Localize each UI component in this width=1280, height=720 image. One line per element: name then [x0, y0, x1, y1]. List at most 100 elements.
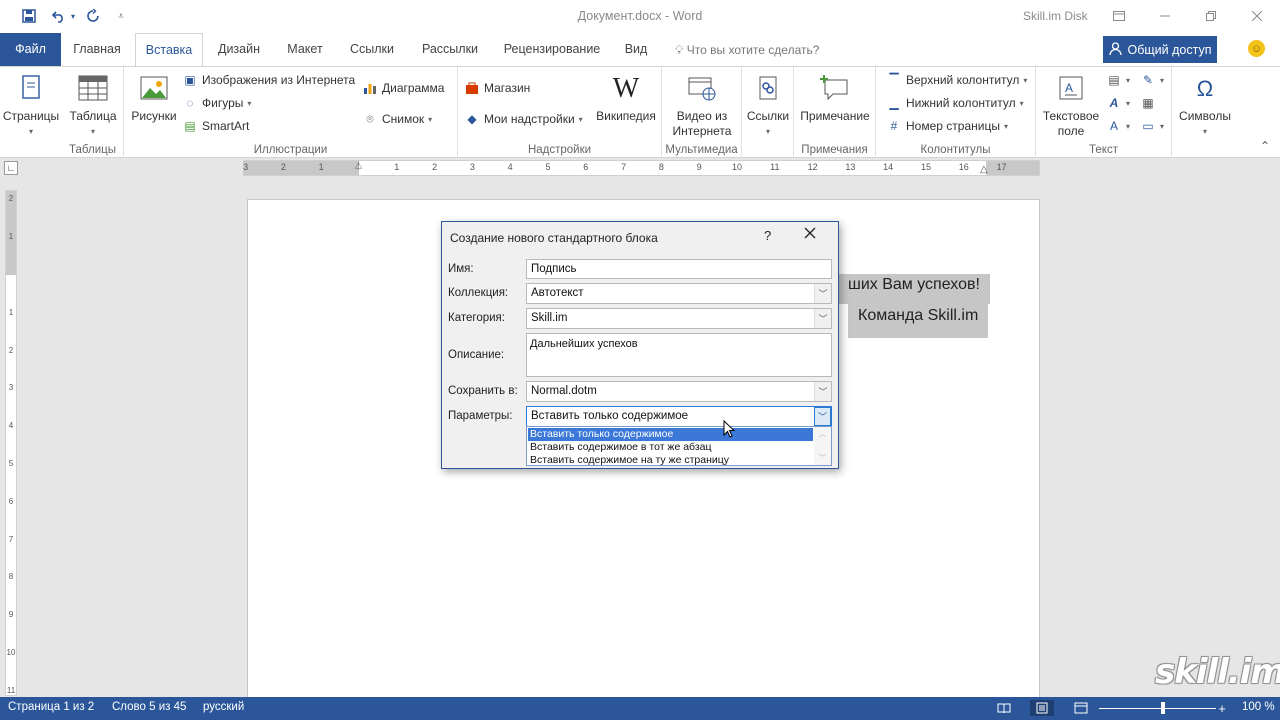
chevron-down-icon[interactable]: ﹀	[814, 309, 831, 328]
online-video-button[interactable]: Видео из Интернета	[668, 71, 736, 139]
store-label: Магазин	[484, 81, 531, 95]
chart-button[interactable]: Диаграмма	[362, 80, 444, 96]
screenshot-button[interactable]: ⌾ Снимок ▾	[362, 111, 432, 127]
pictures-label: Рисунки	[131, 109, 177, 123]
pictures-button[interactable]: Рисунки	[127, 71, 181, 124]
category-combo[interactable]: Skill.im ﹀	[526, 308, 832, 329]
pages-button[interactable]: Страницы ▾	[2, 71, 60, 139]
gallery-combo[interactable]: Автотекст ﹀	[526, 283, 832, 304]
footer-label: Нижний колонтитул	[906, 96, 1016, 110]
read-mode-icon[interactable]	[996, 700, 1012, 716]
language-indicator[interactable]: русский	[203, 701, 244, 713]
account-name[interactable]: Skill.im Disk	[1023, 9, 1088, 23]
tab-home[interactable]: Главная	[63, 33, 131, 66]
options-list-item[interactable]: Вставить содержимое в тот же абзац	[528, 441, 813, 454]
group-tables: Таблица ▾ Таблицы	[62, 67, 124, 158]
first-line-indent-marker[interactable]: ⏃	[354, 159, 363, 172]
ruler-number: 5	[545, 162, 551, 172]
online-pictures-button[interactable]: ▣ Изображения из Интернета	[182, 72, 355, 88]
my-addins-button[interactable]: ◆ Мои надстройки ▾	[464, 111, 582, 127]
tab-references[interactable]: Ссылки	[340, 33, 404, 66]
tab-view[interactable]: Вид	[616, 33, 656, 66]
document-line-2[interactable]: Команда Skill.im	[848, 304, 989, 338]
smartart-button[interactable]: ▤ SmartArt	[182, 118, 249, 134]
page-count[interactable]: Страница 1 из 2	[8, 701, 94, 713]
zoom-slider[interactable]	[1100, 708, 1216, 709]
ruler-number: 5	[8, 459, 14, 468]
save-in-label: Сохранить в:	[448, 385, 518, 397]
my-addins-label: Мои надстройки	[484, 112, 575, 126]
zoom-slider-thumb[interactable]	[1161, 702, 1165, 714]
svg-text:A: A	[1065, 81, 1073, 95]
tab-mailings[interactable]: Рассылки	[412, 33, 488, 66]
tell-me-box[interactable]: 💡︎ Что вы хотите сделать?	[675, 43, 819, 58]
tab-layout[interactable]: Макет	[276, 33, 334, 66]
object-button[interactable]: ▭ ▾	[1140, 118, 1164, 134]
store-button[interactable]: Магазин	[464, 80, 530, 96]
textbox-icon: A	[1054, 71, 1088, 105]
close-window-icon[interactable]	[1234, 3, 1280, 29]
table-label: Таблица	[69, 109, 117, 123]
comment-button[interactable]: Примечание	[798, 71, 872, 124]
right-indent-marker[interactable]: △	[980, 164, 988, 175]
footer-dropdown-icon: ▾	[1019, 98, 1024, 108]
chevron-down-icon[interactable]: ﹀	[814, 407, 831, 426]
scroll-up-icon[interactable]: ︿	[819, 429, 826, 439]
word-count[interactable]: Слово 5 из 45	[112, 701, 186, 713]
group-addins: Магазин ◆ Мои надстройки ▾ W Википедия Н…	[458, 67, 662, 158]
zoom-level[interactable]: 100 %	[1242, 701, 1275, 713]
page-number-dropdown-icon: ▾	[1003, 121, 1008, 131]
wordart-button[interactable]: A ▾	[1106, 95, 1130, 111]
picture-icon	[137, 71, 171, 105]
wikipedia-button[interactable]: W Википедия	[594, 71, 658, 124]
tab-selector-icon[interactable]: ∟	[4, 161, 18, 175]
collapse-ribbon-icon[interactable]: ⌃	[1260, 139, 1270, 153]
group-label-illustrations: Иллюстрации	[253, 144, 328, 156]
web-layout-icon[interactable]	[1073, 700, 1089, 716]
document-line-1[interactable]: ших Вам успехов!	[838, 274, 990, 304]
links-button[interactable]: Ссылки ▾	[744, 71, 792, 139]
help-icon[interactable]: ?	[764, 228, 771, 243]
footer-button[interactable]: ▁ Нижний колонтитул ▾	[886, 95, 1024, 111]
share-button[interactable]: Общий доступ	[1103, 36, 1217, 63]
tab-design[interactable]: Дизайн	[208, 33, 270, 66]
tab-file[interactable]: Файл	[0, 33, 61, 66]
dropdown-scrollbar[interactable]: ︿ ﹀	[814, 427, 831, 465]
options-list-item[interactable]: Вставить содержимое на ту же страницу	[528, 454, 813, 467]
options-combo[interactable]: Вставить только содержимое ﹀	[526, 406, 832, 427]
date-time-button[interactable]: ▦	[1140, 95, 1156, 111]
textbox-button[interactable]: A Текстовое поле	[1038, 71, 1104, 139]
chevron-down-icon[interactable]: ﹀	[814, 382, 831, 401]
drop-cap-button[interactable]: A ▾	[1106, 118, 1130, 134]
tab-review[interactable]: Рецензирование	[496, 33, 608, 66]
drop-cap-icon: A	[1109, 119, 1118, 133]
save-in-combo[interactable]: Normal.dotm ﹀	[526, 381, 832, 402]
wordart-icon: A	[1109, 96, 1119, 110]
ruler-number: 11	[770, 162, 780, 172]
shapes-button[interactable]: ◌ Фигуры ▾	[182, 95, 251, 111]
minimize-icon[interactable]	[1142, 3, 1188, 29]
header-button[interactable]: ▔ Верхний колонтитул ▾	[886, 72, 1027, 88]
name-field[interactable]: Подпись	[526, 259, 832, 279]
page-number-button[interactable]: # Номер страницы ▾	[886, 118, 1008, 134]
description-field[interactable]: Дальнейших успехов	[526, 333, 832, 377]
options-list-item[interactable]: Вставить только содержимое	[528, 428, 813, 441]
quick-parts-button[interactable]: ▤ ▾	[1106, 72, 1130, 88]
symbols-label: Символы	[1179, 109, 1231, 123]
restore-icon[interactable]	[1188, 3, 1234, 29]
symbols-button[interactable]: Ω Символы ▾	[1174, 71, 1236, 139]
signature-line-button[interactable]: ✎ ▾	[1140, 72, 1164, 88]
tab-insert[interactable]: Вставка	[135, 33, 203, 67]
feedback-smiley-icon[interactable]: ☺	[1248, 40, 1265, 57]
table-button[interactable]: Таблица ▾	[66, 71, 120, 139]
scroll-down-icon[interactable]: ﹀	[819, 453, 826, 463]
ruler-number: 7	[8, 534, 14, 544]
group-media: Видео из Интернета Мультимедиа	[662, 67, 742, 158]
vertical-ruler[interactable]: 2 1 1 2 3 4 5 6 7 8 9 10 11	[5, 190, 17, 696]
ribbon-display-options-icon[interactable]	[1096, 3, 1142, 29]
chevron-down-icon[interactable]: ﹀	[814, 284, 831, 303]
print-layout-icon[interactable]	[1030, 700, 1054, 716]
zoom-in-icon[interactable]: +	[1214, 700, 1230, 716]
horizontal-ruler[interactable]: 3 2 1 1 2 3 4 5 6 7 8 9 10 11 12 13 14 15 16 17 ⏃ △	[243, 160, 1040, 176]
close-icon[interactable]	[804, 226, 816, 244]
